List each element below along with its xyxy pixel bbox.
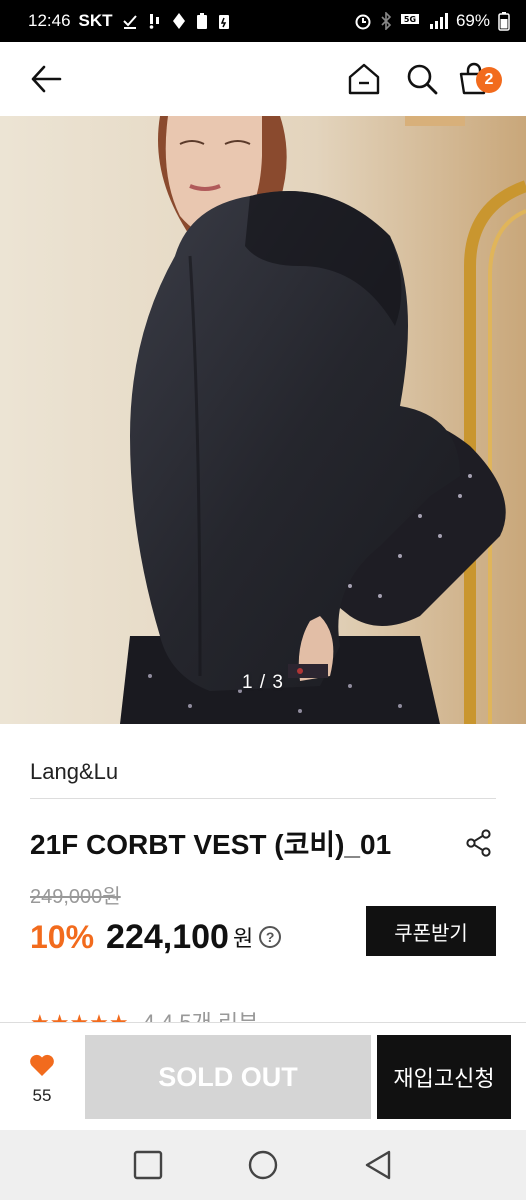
home-circle-icon: [248, 1150, 278, 1180]
app-notification-icon: [171, 12, 187, 30]
discount-rate: 10%: [30, 918, 95, 955]
sold-out-button[interactable]: SOLD OUT: [85, 1035, 371, 1119]
search-icon: [407, 64, 438, 95]
heart-icon: [30, 1054, 54, 1076]
back-arrow-icon: [31, 65, 62, 93]
recent-apps-button[interactable]: [123, 1140, 173, 1190]
battery-saver-icon: [195, 12, 209, 30]
currency-unit: 원: [232, 926, 254, 951]
home-nav-button[interactable]: [238, 1140, 288, 1190]
share-icon: [466, 829, 491, 857]
restock-request-button[interactable]: 재입고신청: [377, 1035, 511, 1119]
cart-button[interactable]: 2: [456, 55, 504, 103]
home-button[interactable]: [340, 55, 388, 103]
signal-icon: [428, 12, 448, 30]
back-triangle-icon: [366, 1150, 391, 1180]
back-nav-button[interactable]: [353, 1140, 403, 1190]
brand-name[interactable]: Lang&Lu: [30, 756, 496, 788]
5g-icon: 5G: [400, 12, 420, 30]
status-time: 12:46: [28, 11, 71, 30]
battery-icon: [498, 11, 510, 31]
notification-icon: [147, 12, 163, 30]
check-icon: [121, 12, 139, 30]
battery-charging-icon: [217, 12, 231, 30]
coupon-label: 쿠폰받기: [394, 922, 468, 945]
search-button[interactable]: [398, 55, 446, 103]
back-button[interactable]: [22, 55, 70, 103]
product-image[interactable]: 1 / 3: [0, 116, 526, 724]
like-button[interactable]: 55: [14, 1053, 70, 1106]
svg-text:5G: 5G: [404, 15, 416, 24]
product-title: 21F CORBT VEST (코비)_01: [30, 829, 392, 860]
status-bar: 12:46 SKT 5G 69%: [0, 0, 526, 42]
like-count: 55: [32, 1086, 52, 1105]
system-nav-bar: [0, 1130, 526, 1200]
divider: [30, 798, 496, 799]
sold-out-label: SOLD OUT: [158, 1061, 298, 1092]
restock-label: 재입고신청: [393, 1066, 495, 1091]
share-button[interactable]: [462, 826, 496, 860]
coupon-button[interactable]: 쿠폰받기: [366, 906, 496, 956]
bluetooth-icon: [380, 12, 392, 30]
rating-stars: ★★★★★: [30, 1012, 129, 1022]
alarm-icon: [354, 12, 372, 30]
recent-apps-icon: [133, 1150, 162, 1180]
price-help-icon[interactable]: ?: [259, 926, 282, 948]
rating-row[interactable]: ★★★★★ 4.4 5개 리뷰: [30, 1012, 330, 1022]
product-photo: [0, 116, 526, 724]
product-info: Lang&Lu 21F CORBT VEST (코비)_01 249,000원 …: [30, 724, 496, 959]
rating-text: 4.4 5개 리뷰: [143, 1012, 259, 1022]
home-icon: [348, 63, 380, 95]
sale-price: 224,100: [106, 917, 229, 956]
cart-count-badge: 2: [476, 67, 502, 93]
image-counter: 1 / 3: [242, 672, 284, 693]
bottom-action-bar: 55 SOLD OUT 재입고신청: [0, 1022, 526, 1130]
battery-percent: 69%: [455, 11, 490, 30]
app-header: 2: [0, 42, 526, 116]
status-carrier: SKT: [78, 11, 113, 30]
